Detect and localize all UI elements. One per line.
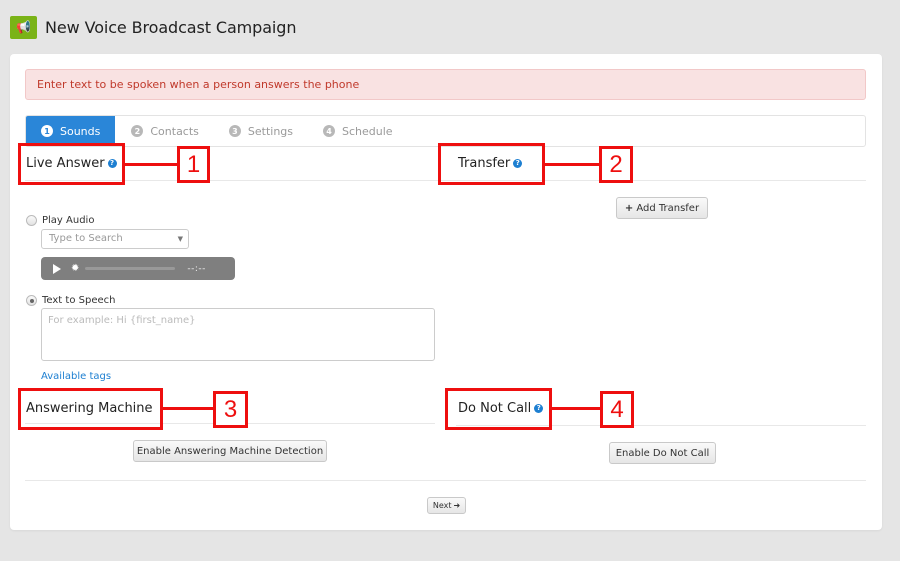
add-transfer-button[interactable]: + Add Transfer — [616, 197, 708, 219]
step-number-badge: 3 — [228, 125, 241, 137]
tab-label: Settings — [247, 124, 294, 138]
tab-label: Schedule — [342, 124, 393, 138]
audio-progress-track[interactable] — [85, 267, 176, 270]
step-number-badge: 2 — [131, 125, 144, 137]
tab-contacts[interactable]: 2 Contacts — [115, 116, 213, 146]
chevron-down-icon: ▼ — [177, 235, 183, 243]
enable-dnc-button[interactable]: Enable Do Not Call — [609, 442, 716, 464]
megaphone-icon: 📢 — [10, 15, 37, 39]
tab-label: Sounds — [60, 124, 101, 138]
annotation-number-3: 3 — [213, 391, 248, 428]
error-alert: Enter text to be spoken when a person an… — [25, 69, 866, 100]
play-audio-radio[interactable] — [26, 215, 37, 226]
loading-spinner-icon: ✹ — [71, 263, 80, 274]
player-time: --:-- — [187, 263, 206, 274]
annotation-connector-1 — [125, 163, 177, 166]
annotation-box-3 — [18, 388, 163, 430]
step-number-badge: 4 — [323, 125, 336, 137]
footer-divider — [25, 480, 866, 481]
search-placeholder: Type to Search — [49, 233, 123, 244]
annotation-box-2 — [438, 143, 545, 185]
annotation-connector-3 — [163, 407, 213, 410]
annotation-box-1 — [18, 143, 125, 185]
tab-schedule[interactable]: 4 Schedule — [307, 116, 407, 146]
annotation-number-4: 4 — [600, 391, 634, 428]
tts-textarea[interactable]: For example: Hi {first_name} — [41, 308, 435, 361]
enable-amd-button[interactable]: Enable Answering Machine Detection — [133, 440, 327, 462]
add-transfer-label: Add Transfer — [636, 202, 700, 214]
audio-player: ✹ --:-- — [41, 257, 235, 280]
text-to-speech-option[interactable]: Text to Speech — [26, 295, 115, 306]
next-button[interactable]: Next ➜ — [427, 497, 466, 514]
annotation-number-1: 1 — [177, 146, 210, 183]
next-label: Next — [432, 501, 452, 510]
plus-icon: + — [624, 202, 634, 214]
annotation-number-2: 2 — [599, 146, 633, 183]
campaign-card: Enter text to be spoken when a person an… — [10, 54, 882, 530]
annotation-box-4 — [445, 388, 552, 430]
text-to-speech-label: Text to Speech — [42, 295, 116, 306]
available-tags-link[interactable]: Available tags — [41, 371, 111, 382]
page-title: New Voice Broadcast Campaign — [45, 17, 297, 37]
tab-sounds[interactable]: 1 Sounds — [26, 116, 116, 146]
text-to-speech-radio[interactable] — [26, 295, 37, 306]
tts-placeholder: For example: Hi {first_name} — [48, 315, 196, 326]
play-icon[interactable] — [53, 263, 61, 274]
step-number-badge: 1 — [41, 125, 53, 137]
play-audio-option[interactable]: Play Audio — [26, 215, 94, 226]
tab-label: Contacts — [150, 124, 199, 138]
arrow-right-icon: ➜ — [453, 501, 461, 510]
annotation-connector-2 — [545, 163, 599, 166]
audio-search-select[interactable]: Type to Search ▼ — [41, 229, 189, 249]
play-audio-label: Play Audio — [42, 215, 95, 226]
tab-settings[interactable]: 3 Settings — [213, 116, 307, 146]
page-header: 📢 New Voice Broadcast Campaign — [10, 15, 296, 39]
annotation-connector-4 — [552, 407, 600, 410]
